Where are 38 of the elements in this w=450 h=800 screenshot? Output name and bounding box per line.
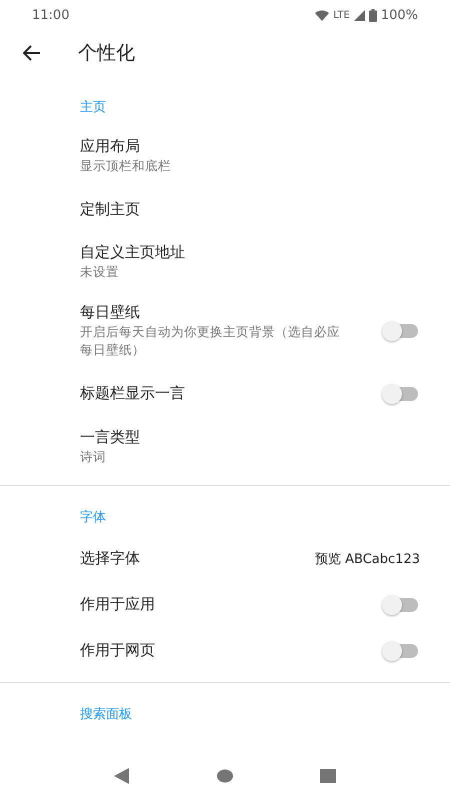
toggle-switch[interactable] xyxy=(384,386,418,400)
page-title: 个性化 xyxy=(78,41,135,66)
wifi-icon xyxy=(315,10,330,20)
toggle-switch[interactable] xyxy=(384,644,418,658)
toggle-switch[interactable] xyxy=(384,324,418,338)
item-title: 作用于应用 xyxy=(80,595,156,614)
settings-item[interactable]: 应用布局 显示顶栏和底栏 xyxy=(0,126,450,186)
settings-item[interactable]: 一言类型 诗词 xyxy=(0,416,450,477)
toggle-switch[interactable] xyxy=(384,598,418,612)
item-title: 每日壁纸 xyxy=(80,303,141,322)
battery-icon xyxy=(368,8,377,22)
item-title: 定制主页 xyxy=(80,200,141,219)
back-arrow-icon xyxy=(23,45,41,61)
item-subtitle: 开启后每天自动为你更换主页背景（选自必应每日壁纸） xyxy=(80,323,341,360)
item-subtitle: 显示顶栏和底栏 xyxy=(80,157,172,175)
settings-item[interactable]: 定制主页 xyxy=(0,186,450,232)
settings-item[interactable]: 选择字体 预览 ABCabc123 xyxy=(0,536,450,582)
settings-item[interactable]: 作用于网页 xyxy=(0,628,450,674)
settings-item[interactable]: 每日壁纸 开启后每天自动为你更换主页背景（选自必应每日壁纸） xyxy=(0,292,450,370)
section-header: 搜索面板 xyxy=(79,706,133,724)
item-title: 作用于网页 xyxy=(80,641,156,660)
item-subtitle: 诗词 xyxy=(80,448,107,466)
battery-level: 100% xyxy=(380,8,418,22)
status-time: 11:00 xyxy=(32,8,70,22)
settings-item[interactable]: 作用于应用 xyxy=(0,582,450,628)
section-header: 主页 xyxy=(79,99,107,117)
font-preview: 预览 ABCabc123 xyxy=(315,550,420,568)
item-title: 标题栏显示一言 xyxy=(80,384,186,403)
section-header: 字体 xyxy=(79,508,107,527)
settings-item[interactable]: 标题栏显示一言 xyxy=(0,370,450,416)
item-title: 自定义主页地址 xyxy=(80,243,186,262)
signal-icon xyxy=(354,10,365,20)
item-title: 选择字体 xyxy=(80,549,141,568)
item-title: 一言类型 xyxy=(80,428,141,446)
settings-item[interactable]: 自定义主页地址 未设置 xyxy=(0,232,450,292)
item-title: 应用布局 xyxy=(80,137,141,156)
network-type: LTE xyxy=(333,10,350,20)
item-subtitle: 未设置 xyxy=(80,263,120,282)
